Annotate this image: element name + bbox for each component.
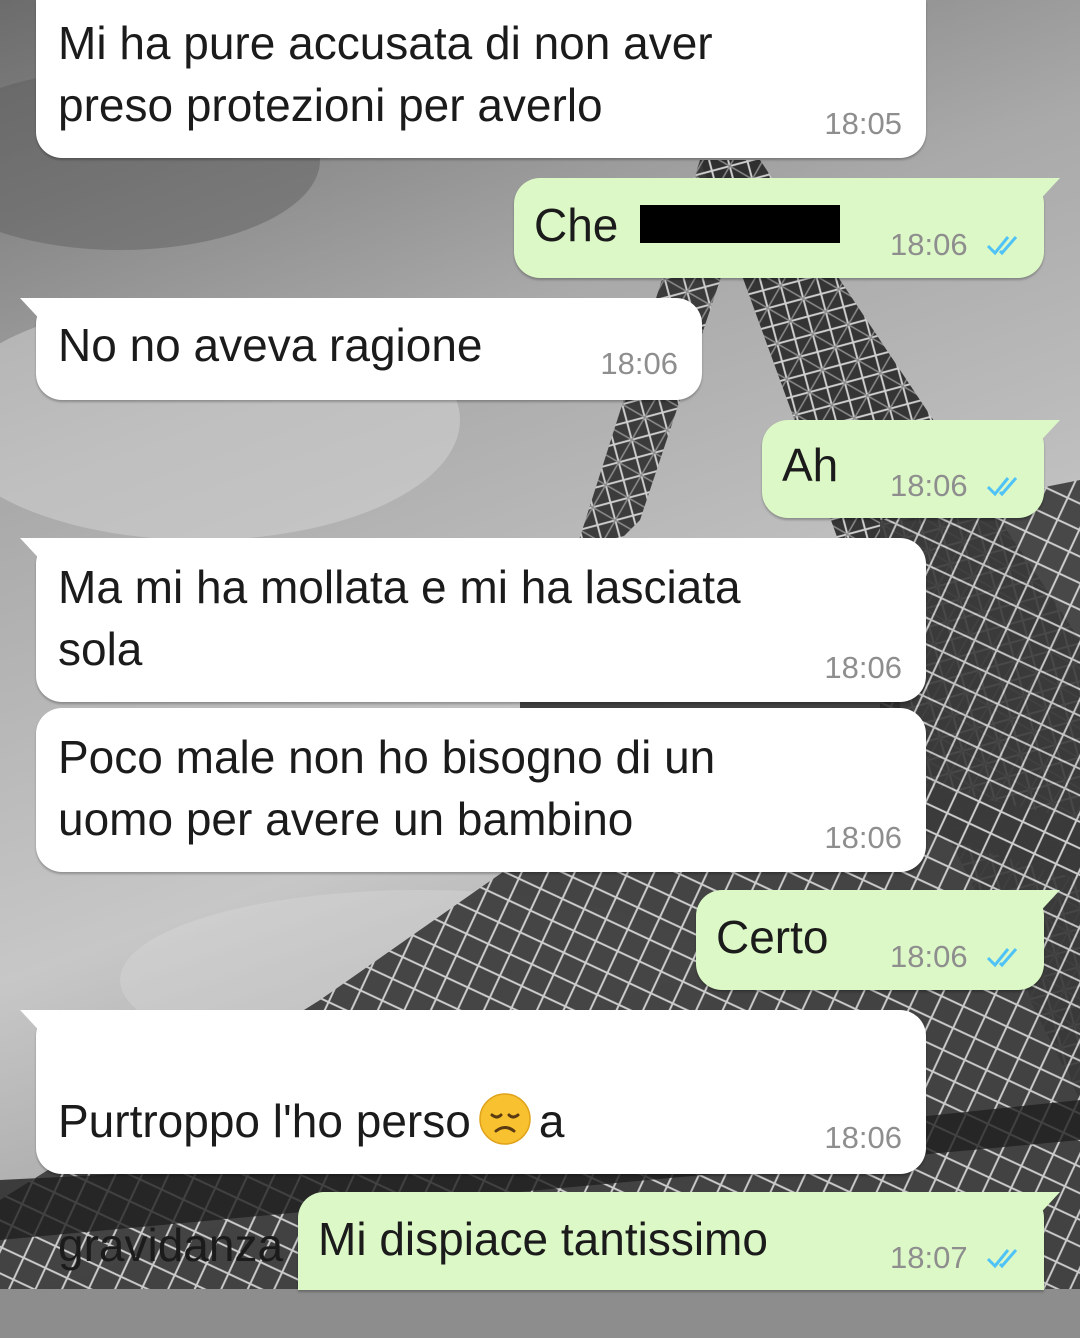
double-check-icon xyxy=(986,477,1018,497)
message-timestamp: 18:06 xyxy=(824,650,902,685)
message-bubble-incoming[interactable]: No no aveva ragione 18:06 xyxy=(20,298,702,400)
message-timestamp: 18:06 xyxy=(890,939,968,974)
message-text: Certo xyxy=(716,911,829,963)
message-bubble-incoming[interactable]: Poco male non ho bisogno di un uomo per … xyxy=(36,708,926,872)
double-check-icon xyxy=(986,948,1018,968)
bubble-tail xyxy=(1020,178,1060,206)
message-text: Ma mi ha mollata e mi ha lasciata sola xyxy=(58,561,741,675)
message-text: Mi dispiace tantissimo xyxy=(318,1213,768,1265)
message-text-before-emoji: Purtroppo l'ho perso xyxy=(58,1095,471,1147)
disappointed-face-icon xyxy=(479,1093,531,1145)
message-timestamp: 18:06 xyxy=(824,820,902,855)
message-text: Ah xyxy=(782,439,839,491)
message-timestamp: 18:07 xyxy=(890,1240,968,1275)
message-bubble-outgoing[interactable]: Mi dispiace tantissimo 18:07 xyxy=(298,1192,1060,1290)
bubble-tail xyxy=(20,538,60,566)
message-text: Poco male non ho bisogno di un uomo per … xyxy=(58,731,716,845)
message-text: Purtroppo l'ho perso a gravidanza avanza… xyxy=(58,1028,898,1338)
message-timestamp: 18:06 xyxy=(824,1120,902,1155)
message-bubble-outgoing[interactable]: Ah 18:06 xyxy=(762,420,1060,518)
double-check-icon xyxy=(986,236,1018,256)
message-line-1: Purtroppo l'ho perso a xyxy=(58,1090,898,1152)
bubble-tail xyxy=(1020,1192,1060,1220)
message-timestamp: 18:05 xyxy=(824,106,902,141)
message-text: Che xyxy=(534,199,619,251)
message-timestamp: 18:06 xyxy=(890,468,968,503)
message-timestamp: 18:06 xyxy=(600,346,678,381)
message-bubble-incoming[interactable]: Ma mi ha mollata e mi ha lasciata sola 1… xyxy=(20,538,926,702)
bubble-tail xyxy=(20,1010,60,1038)
message-text: No no aveva ragione xyxy=(58,319,483,371)
bubble-tail xyxy=(1020,890,1060,918)
double-check-icon xyxy=(986,1249,1018,1269)
message-bubble-incoming[interactable]: Purtroppo l'ho perso a gravidanza avanza… xyxy=(20,1010,926,1271)
bubble-tail xyxy=(20,298,60,326)
message-bubble-outgoing[interactable]: Certo 18:06 xyxy=(696,890,1060,990)
bubble-tail xyxy=(1020,420,1060,448)
message-text-after-emoji: a xyxy=(538,1095,565,1147)
message-bubble-incoming[interactable]: Mi ha pure accusata di non aver preso pr… xyxy=(36,0,926,158)
redaction-bar xyxy=(640,205,840,243)
message-text: Mi ha pure accusata di non aver preso pr… xyxy=(58,17,713,131)
message-timestamp: 18:06 xyxy=(890,227,968,262)
message-bubble-outgoing[interactable]: Che 18:06 xyxy=(514,178,1060,278)
